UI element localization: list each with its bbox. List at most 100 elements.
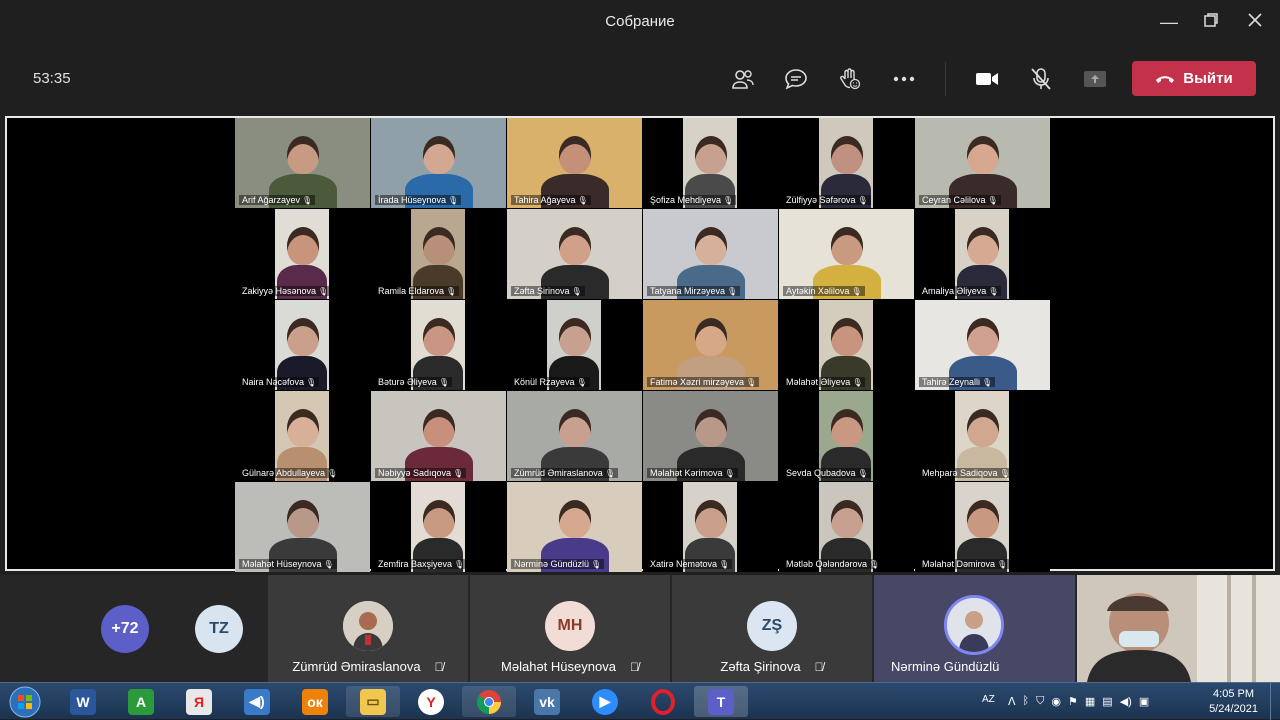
participant-tile[interactable]: Məlahət Əliyeva 🎙 <box>779 300 914 390</box>
participant-tile[interactable]: Zemfira Baxşiyeva 🎙 <box>371 482 506 572</box>
device-icon[interactable]: ▤ <box>1102 695 1112 708</box>
participant-tile[interactable]: Amaliya Əliyeva 🎙 <box>915 209 1050 299</box>
participant-name: Zəfta Şirinova 🎙 <box>511 286 585 296</box>
network-icon[interactable]: ▣ <box>1139 695 1149 708</box>
participant-name: Zülfiyyə Səfərova 🎙 <box>783 195 871 205</box>
participant-name: Zemfira Baxşiyeva 🎙 <box>375 559 468 569</box>
self-preview-video[interactable] <box>1077 575 1280 682</box>
person-head <box>831 136 863 174</box>
vk-app[interactable]: vk <box>520 686 574 717</box>
bluetooth-icon[interactable]: ᛒ <box>1023 695 1030 708</box>
person-head <box>559 500 591 538</box>
language-indicator[interactable]: AZ <box>982 694 995 705</box>
zoom-app[interactable]: ▶ <box>578 686 632 717</box>
participant-tile[interactable]: Zakiyyə Həsənova 🎙 <box>235 209 370 299</box>
participant-tile[interactable]: Şofiza Mehdiyeva 🎙 <box>643 118 778 208</box>
person-head <box>695 318 727 356</box>
participant-tile[interactable]: Məlahət Kərimova 🎙 <box>643 391 778 481</box>
explorer-app[interactable]: ▭ <box>346 686 400 717</box>
participant-tile[interactable]: İrada Hüseynova 🎙 <box>371 118 506 208</box>
participant-tile[interactable]: Sevda Qubadova 🎙 <box>779 391 914 481</box>
participant-name: Məlahət Hüseynova 🎙 <box>239 559 337 569</box>
chrome-app[interactable] <box>462 686 516 717</box>
participant-tile[interactable]: Tatyana Mirzəyeva 🎙 <box>643 209 778 299</box>
teams-app[interactable]: T <box>694 686 748 717</box>
participant-tile[interactable]: Xatirə Nemətova 🎙 <box>643 482 778 572</box>
avatar-tz[interactable]: TZ <box>195 605 243 653</box>
word-app[interactable]: W <box>56 686 110 717</box>
mic-muted-icon: 🎙 <box>988 287 999 296</box>
participant-tile[interactable]: Arif Ağarzayev 🎙 <box>235 118 370 208</box>
flag-icon[interactable]: ⚑ <box>1068 695 1078 708</box>
more-participants-button[interactable]: +72 <box>101 605 149 653</box>
participant-tile[interactable]: Məlahət Hüseynova 🎙 <box>235 482 370 572</box>
participant-tile[interactable]: Nərminə Gündüzlü 🎙 <box>507 482 642 572</box>
participant-name: Fatimə Xəzri mirzəyeva 🎙 <box>647 377 760 387</box>
roster-name: Nərminə Gündüzlü <box>891 659 1000 674</box>
participants-icon[interactable] <box>728 64 758 94</box>
roster-tile-melahet[interactable]: MH Məlahət Hüseynova 🎙̸ <box>470 575 670 682</box>
update-icon[interactable]: ▦ <box>1085 695 1095 708</box>
avatar-mh: MH <box>545 601 595 651</box>
mic-muted-icon: 🎙 <box>999 469 1010 478</box>
participant-name: Zümrüd Əmiraslanova 🎙 <box>511 468 618 478</box>
system-clock[interactable]: 4:05 PM 5/24/2021 <box>1209 687 1258 717</box>
security-icon[interactable]: ◉ <box>1051 695 1061 708</box>
leave-button[interactable]: Выйти <box>1132 61 1256 96</box>
restore-icon[interactable] <box>1199 10 1223 34</box>
mic-muted-icon: 🎙 <box>454 560 465 569</box>
system-tray: AZ ᐱ ᛒ ⛉ ◉ ⚑ ▦ ▤ ◀) ▣ 4:05 PM 5/24/2021 <box>960 683 1280 720</box>
more-options-icon[interactable] <box>889 64 919 94</box>
shield-icon[interactable]: ⛉ <box>1036 695 1044 708</box>
yandex-app[interactable]: Я <box>172 686 226 717</box>
odnoklassniki-icon: ок <box>302 688 328 715</box>
alisa-app[interactable]: A <box>114 686 168 717</box>
roster-tile-zafta[interactable]: ZŞ Zəfta Şirinova 🎙̸ <box>672 575 872 682</box>
participant-tile[interactable]: Tahira Ağayeva 🎙 <box>507 118 642 208</box>
share-screen-icon[interactable] <box>1080 64 1110 94</box>
participant-tile[interactable]: Bəturə Əliyeva 🎙 <box>371 300 506 390</box>
mic-muted-icon: 🎙 <box>869 560 880 569</box>
participant-tile[interactable]: Zülfiyyə Səfərova 🎙 <box>779 118 914 208</box>
participant-tile[interactable]: Naira Nəcəfova 🎙 <box>235 300 370 390</box>
participant-tile[interactable]: Könül Rzayeva 🎙 <box>507 300 642 390</box>
participant-tile[interactable]: Fatimə Xəzri mirzəyeva 🎙 <box>643 300 778 390</box>
mic-muted-icon: 🎙 <box>323 560 334 569</box>
participant-tile[interactable]: Zəfta Şirinova 🎙 <box>507 209 642 299</box>
participant-tile[interactable]: Ramila Eldarova 🎙 <box>371 209 506 299</box>
participant-tile[interactable]: Zümrüd Əmiraslanova 🎙 <box>507 391 642 481</box>
volume-icon[interactable]: ◀) <box>1120 695 1132 708</box>
participant-grid: Arif Ağarzayev 🎙 İrada Hüseynova 🎙 Tahira Ağ… <box>235 118 1050 572</box>
participant-tile[interactable]: Ceyran Cəlilova 🎙 <box>915 118 1050 208</box>
camera-icon[interactable] <box>972 64 1002 94</box>
participant-name-text: Tahirə Zeynalli <box>922 377 981 387</box>
participant-tile[interactable]: Tahirə Zeynalli 🎙 <box>915 300 1050 390</box>
participant-tile[interactable]: Aytəkin Xəlilova 🎙 <box>779 209 914 299</box>
show-desktop-button[interactable] <box>1270 683 1280 720</box>
raise-hand-icon[interactable] <box>835 64 865 94</box>
roster-tile-zumrud[interactable]: Zümrüd Əmiraslanova 🎙̸ <box>268 575 468 682</box>
audio-app[interactable]: ◀) <box>230 686 284 717</box>
participant-tile[interactable]: Məlahət Dəmirova 🎙 <box>915 482 1050 572</box>
yandex-browser-app[interactable]: Y <box>404 686 458 717</box>
mic-muted-icon: 🎙 <box>576 378 587 387</box>
participant-tile[interactable]: Mehparə Sadiqova 🎙 <box>915 391 1050 481</box>
participant-name-text: İrada Hüseynova <box>378 195 447 205</box>
participant-tile[interactable]: Gülnarə Abdullayeva 🎙 <box>235 391 370 481</box>
title-bar: Собрание — <box>0 0 1280 44</box>
tray-chevron-icon[interactable]: ᐱ <box>1008 695 1016 708</box>
start-button[interactable] <box>2 686 48 717</box>
minimize-icon[interactable]: — <box>1157 10 1181 34</box>
participant-tile[interactable]: Nəbiyyə Sadıqova 🎙 <box>371 391 506 481</box>
opera-app[interactable] <box>636 686 690 717</box>
odnoklassniki-app[interactable]: ок <box>288 686 342 717</box>
participant-tile[interactable]: Mətləb Qələndərova 🎙 <box>779 482 914 572</box>
chat-icon[interactable] <box>781 64 811 94</box>
close-icon[interactable] <box>1243 10 1267 34</box>
microphone-muted-icon[interactable] <box>1026 64 1056 94</box>
avatar-zs: ZŞ <box>747 601 797 651</box>
mic-muted-icon: 🎙 <box>727 287 738 296</box>
participant-name-text: Aytəkin Xəlilova <box>786 286 850 296</box>
roster-tile-nermine[interactable]: Nərminə Gündüzlü <box>874 575 1075 682</box>
mic-muted-icon: 🎙̸ <box>629 660 639 674</box>
